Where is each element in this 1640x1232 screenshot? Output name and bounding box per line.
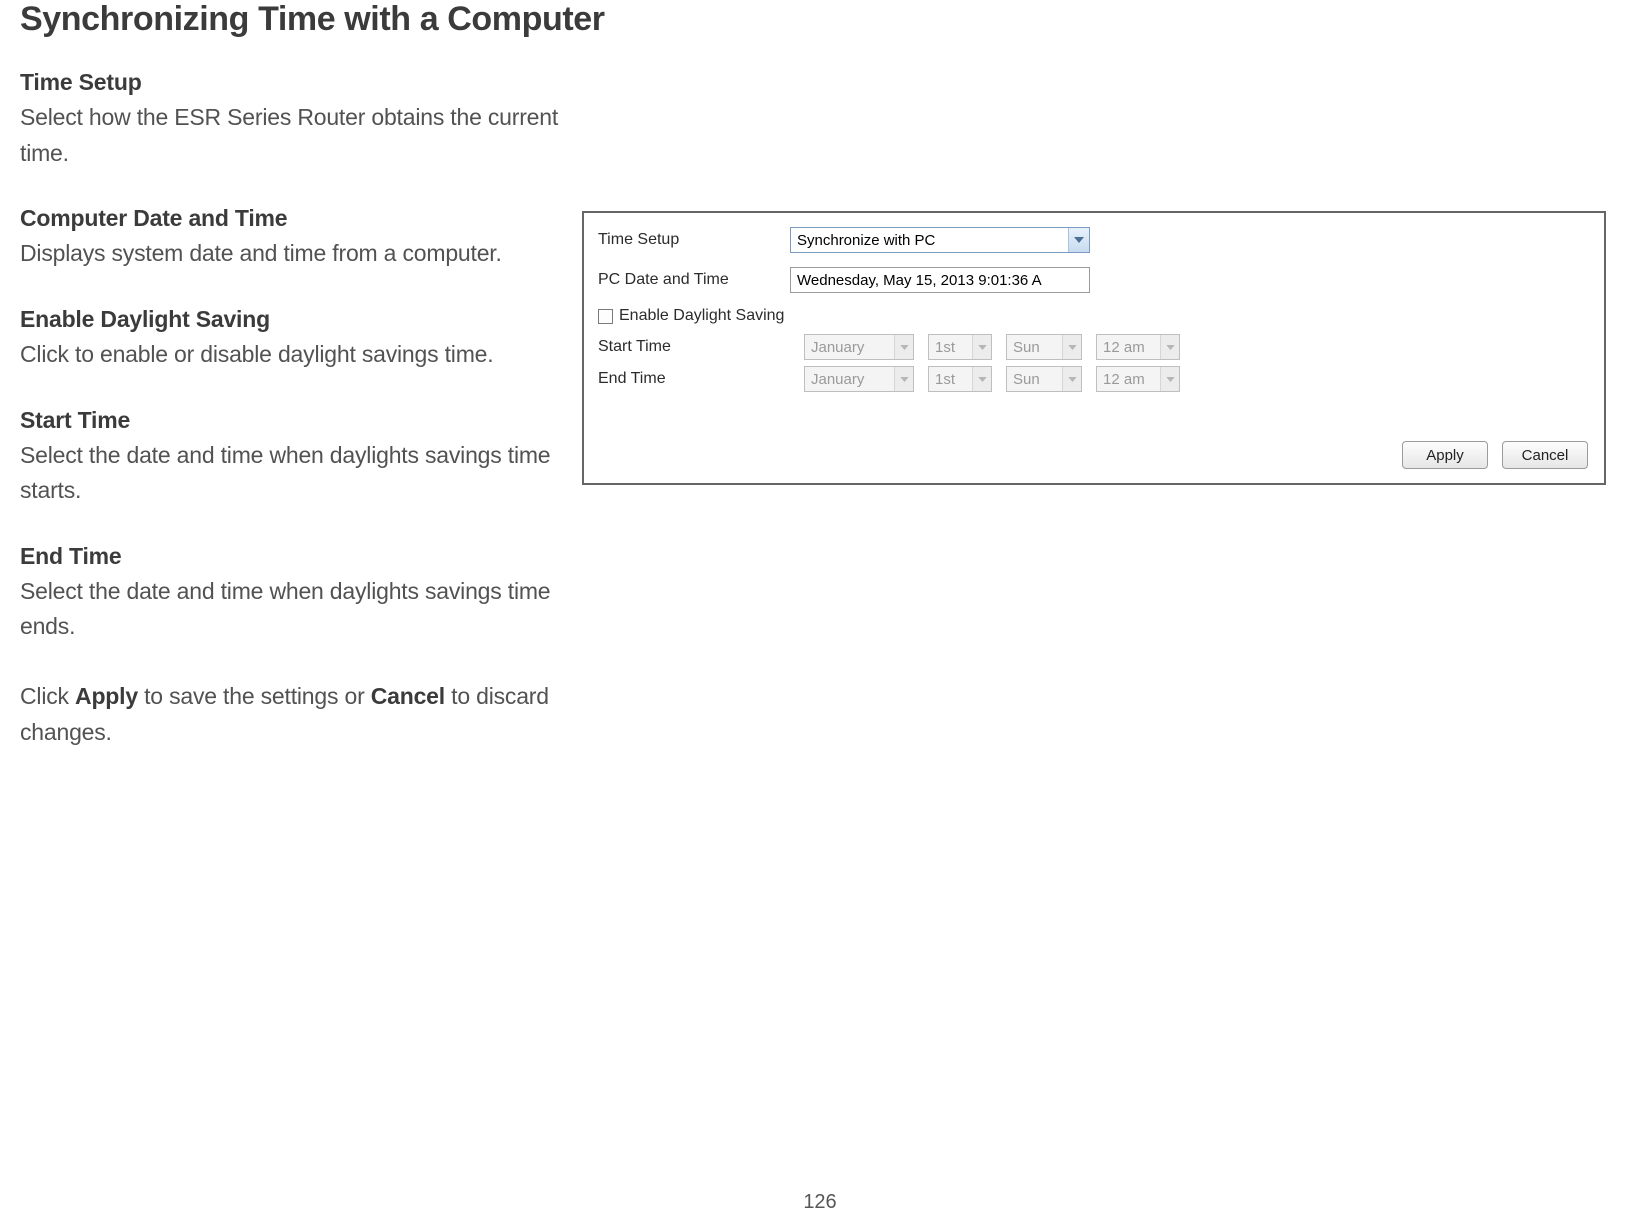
chevron-down-icon [1062,335,1081,359]
end-hour-value: 12 am [1097,371,1151,388]
label-time-setup: Time Setup [598,231,790,249]
chevron-down-icon [1160,335,1179,359]
text-start-time: Select the date and time when daylights … [20,438,580,509]
text-end-time: Select the date and time when daylights … [20,574,580,645]
chevron-down-icon [1062,367,1081,391]
chevron-down-icon [972,335,991,359]
heading-computer-date: Computer Date and Time [20,205,580,232]
time-setup-select[interactable]: Synchronize with PC [790,227,1090,253]
row-start-time: Start Time January 1st Sun 12 am [584,331,1604,363]
end-day-value: Sun [1007,371,1046,388]
chevron-down-icon [894,367,913,391]
text-computer-date: Displays system date and time from a com… [20,236,580,272]
chevron-down-icon [894,335,913,359]
label-pc-date: PC Date and Time [598,271,790,289]
chevron-down-icon [1068,228,1089,252]
start-hour-value: 12 am [1097,339,1151,356]
footer-mid: to save the settings or [138,683,371,709]
heading-start-time: Start Time [20,407,580,434]
end-month-select[interactable]: January [804,366,914,392]
page-title: Synchronizing Time with a Computer [20,0,1620,39]
settings-panel: Time Setup Synchronize with PC PC Date a… [582,211,1606,485]
row-enable-ds: Enable Daylight Saving [584,297,1604,331]
row-end-time: End Time January 1st Sun 12 am [584,363,1604,395]
chevron-down-icon [1160,367,1179,391]
enable-daylight-saving-checkbox[interactable] [598,309,613,324]
page-number: 126 [0,1191,1640,1214]
footer-cancel: Cancel [371,683,445,709]
end-week-value: 1st [929,371,961,388]
label-start-time: Start Time [598,338,790,356]
start-week-select[interactable]: 1st [928,334,992,360]
footer-instruction: Click Apply to save the settings or Canc… [20,679,580,750]
description-column: Time Setup Select how the ESR Series Rou… [20,69,580,750]
start-day-value: Sun [1007,339,1046,356]
button-row: Apply Cancel [1402,441,1588,469]
end-week-select[interactable]: 1st [928,366,992,392]
row-pc-date: PC Date and Time Wednesday, May 15, 2013… [584,263,1604,297]
apply-button[interactable]: Apply [1402,441,1488,469]
start-hour-select[interactable]: 12 am [1096,334,1180,360]
start-month-select[interactable]: January [804,334,914,360]
start-day-select[interactable]: Sun [1006,334,1082,360]
heading-end-time: End Time [20,543,580,570]
text-time-setup: Select how the ESR Series Router obtains… [20,100,580,171]
footer-pre: Click [20,683,75,709]
heading-enable-ds: Enable Daylight Saving [20,306,580,333]
start-month-value: January [805,339,870,356]
end-day-select[interactable]: Sun [1006,366,1082,392]
footer-apply: Apply [75,683,138,709]
pc-date-value: Wednesday, May 15, 2013 9:01:36 A [797,272,1042,289]
row-time-setup: Time Setup Synchronize with PC [584,223,1604,257]
heading-time-setup: Time Setup [20,69,580,96]
label-enable-ds: Enable Daylight Saving [619,307,784,325]
label-end-time: End Time [598,370,790,388]
text-enable-ds: Click to enable or disable daylight savi… [20,337,580,373]
time-setup-select-value: Synchronize with PC [791,232,941,249]
chevron-down-icon [972,367,991,391]
pc-date-field[interactable]: Wednesday, May 15, 2013 9:01:36 A [790,267,1090,293]
cancel-button[interactable]: Cancel [1502,441,1588,469]
start-week-value: 1st [929,339,961,356]
end-month-value: January [805,371,870,388]
end-hour-select[interactable]: 12 am [1096,366,1180,392]
